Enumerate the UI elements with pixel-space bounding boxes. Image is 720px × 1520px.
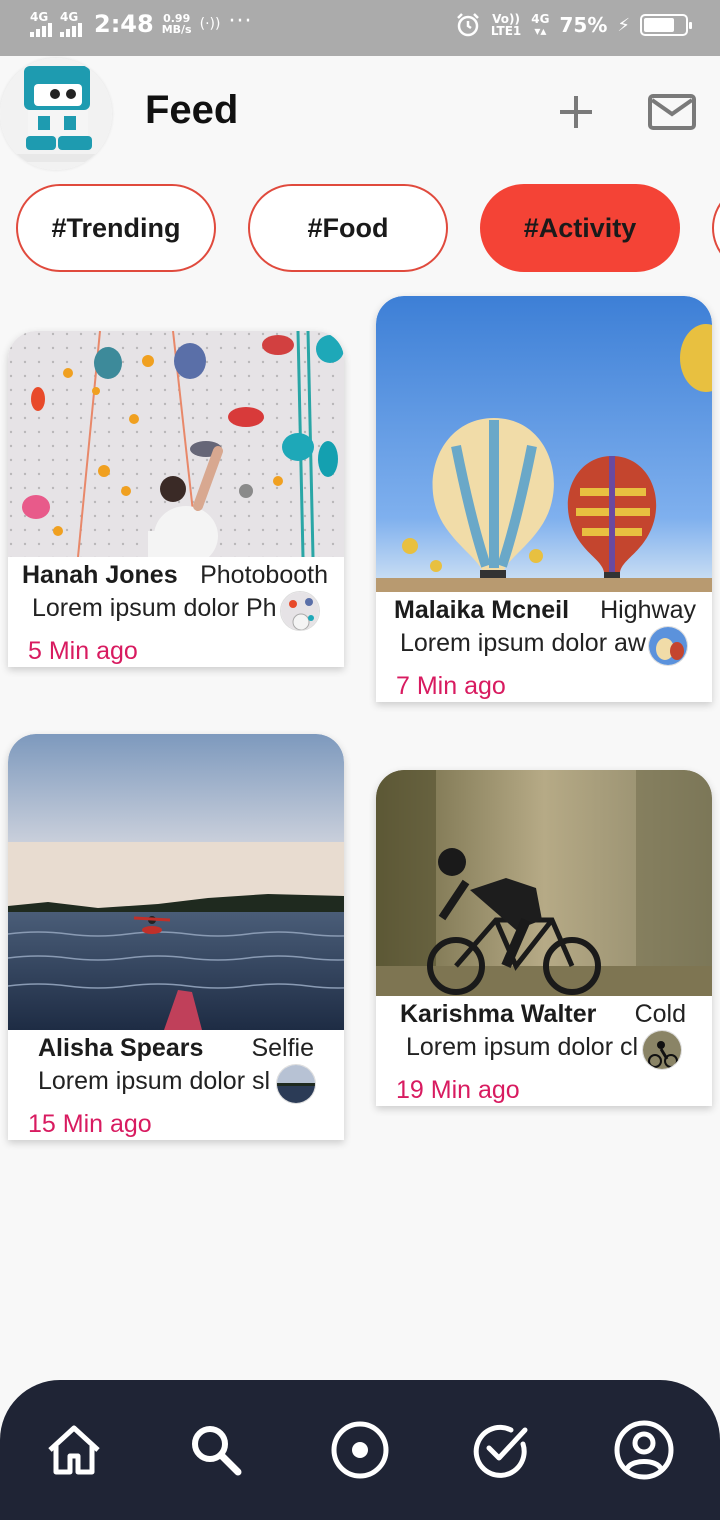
record-icon [331, 1421, 389, 1479]
card-tag: Cold [634, 1000, 686, 1028]
messages-button[interactable] [644, 86, 700, 138]
data-arrows-icon: ▾▴ [534, 24, 547, 38]
card-author: Karishma Walter [400, 1000, 597, 1028]
nav-search[interactable] [176, 1410, 256, 1490]
add-button[interactable] [548, 86, 604, 138]
alarm-icon [456, 13, 479, 37]
signal-icon-1: 4G [30, 11, 52, 37]
profile-icon [614, 1420, 674, 1480]
network-type-2: 4G [60, 10, 79, 24]
card-author: Hanah Jones [22, 561, 178, 589]
card-author: Malaika Mcneil [394, 596, 570, 624]
data-indicator: 4G ▾▴ [531, 13, 549, 37]
bottom-navigation [0, 1380, 720, 1520]
charging-icon: ⚡ [617, 14, 630, 36]
card-image-climbing [8, 331, 344, 557]
search-icon [192, 1426, 242, 1476]
card-body: Karishma Walter Cold Lorem ipsum dolor c… [376, 996, 712, 1106]
more-icon: ··· [228, 8, 253, 34]
chip-next[interactable] [712, 184, 720, 272]
battery-icon [640, 14, 692, 36]
battery-percent: 75% [559, 13, 608, 37]
chip-label: #Food [307, 212, 389, 243]
card-description: Lorem ipsum dolor aw [400, 629, 646, 657]
check-circle-icon [473, 1424, 528, 1478]
chip-label: #Trending [51, 212, 181, 243]
hashtag-filter-bar: #Trending #Food #Activity [0, 184, 720, 272]
card-image-kayak [8, 734, 344, 1030]
network-type-1: 4G [30, 10, 49, 24]
user-avatar[interactable] [0, 58, 112, 170]
card-description: Lorem ipsum dolor sl [38, 1067, 271, 1095]
card-tag: Photobooth [200, 561, 328, 589]
card-thumbnail[interactable] [642, 1030, 682, 1070]
card-timestamp: 5 Min ago [28, 637, 138, 665]
card-body: Hanah Jones Photobooth Lorem ipsum dolor… [8, 557, 344, 667]
card-body: Malaika Mcneil Highway Lorem ipsum dolor… [376, 592, 712, 702]
card-timestamp: 7 Min ago [396, 672, 506, 700]
home-icon [48, 1425, 100, 1475]
card-thumbnail[interactable] [276, 1064, 316, 1104]
card-thumbnail[interactable] [648, 626, 688, 666]
chip-activity[interactable]: #Activity [480, 184, 680, 272]
chip-trending[interactable]: #Trending [16, 184, 216, 272]
nav-tasks[interactable] [462, 1410, 542, 1490]
card-description: Lorem ipsum dolor Ph [32, 594, 277, 622]
card-thumbnail[interactable] [280, 591, 320, 631]
card-author: Alisha Spears [38, 1034, 204, 1062]
volte-bottom: LTE1 [490, 24, 522, 38]
card-tag: Highway [600, 596, 696, 624]
status-bar: 4G 4G 2:48 0.99 MB/s (·)) ··· Vo)) LTE1 … [0, 0, 720, 56]
robot-avatar-image [0, 58, 112, 170]
volte-indicator: Vo)) LTE1 [491, 13, 521, 37]
card-image-cyclist [376, 770, 712, 996]
page-title: Feed [145, 88, 239, 132]
feed-card[interactable]: Malaika Mcneil Highway Lorem ipsum dolor… [376, 296, 712, 702]
nav-record[interactable] [320, 1410, 400, 1490]
card-timestamp: 15 Min ago [28, 1110, 152, 1138]
mail-icon [648, 94, 696, 130]
hotspot-icon: (·)) [199, 16, 221, 32]
card-image-balloons [376, 296, 712, 592]
nav-home[interactable] [34, 1410, 114, 1490]
card-description: Lorem ipsum dolor cl [406, 1033, 639, 1061]
feed-card[interactable]: Hanah Jones Photobooth Lorem ipsum dolor… [8, 331, 344, 667]
chip-label: #Activity [523, 212, 637, 243]
chip-food[interactable]: #Food [248, 184, 448, 272]
signal-icon-2: 4G [60, 11, 82, 37]
network-speed: 0.99 MB/s [162, 13, 192, 35]
clock: 2:48 [94, 10, 154, 38]
nav-profile[interactable] [604, 1410, 684, 1490]
card-body: Alisha Spears Selfie Lorem ipsum dolor s… [8, 1030, 344, 1140]
feed-card[interactable]: Alisha Spears Selfie Lorem ipsum dolor s… [8, 734, 344, 1140]
speed-unit: MB/s [161, 23, 192, 36]
plus-icon [560, 96, 592, 128]
card-tag: Selfie [251, 1034, 314, 1062]
feed-card[interactable]: Karishma Walter Cold Lorem ipsum dolor c… [376, 770, 712, 1106]
card-timestamp: 19 Min ago [396, 1076, 520, 1104]
